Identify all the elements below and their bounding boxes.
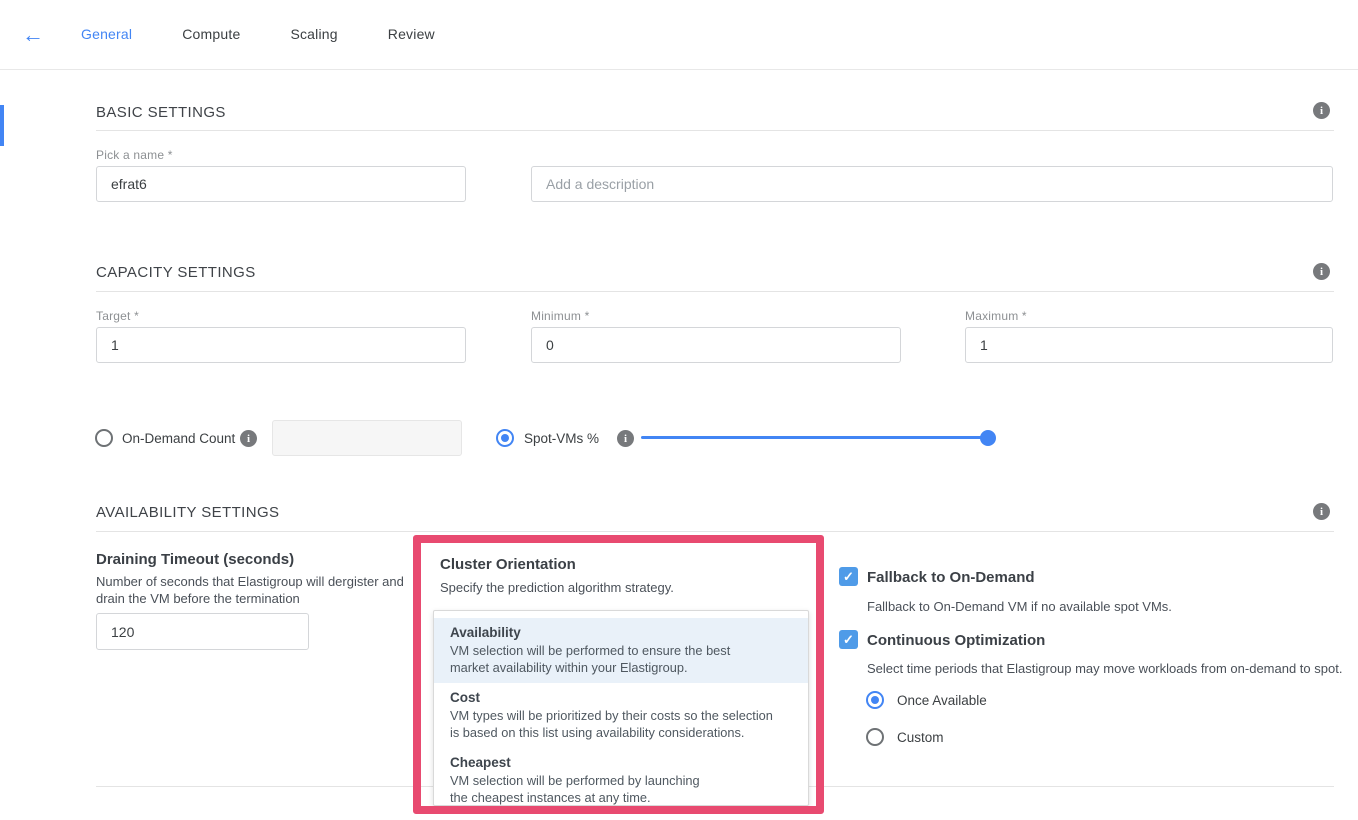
spot-percentage-slider[interactable]: [641, 436, 988, 439]
check-icon: ✓: [843, 569, 854, 585]
spot-percentage-slider-thumb[interactable]: [980, 430, 996, 446]
tab-general[interactable]: General: [81, 26, 132, 42]
spot-vms-label: Spot-VMs %: [524, 430, 599, 447]
basic-settings-title: BASIC SETTINGS: [96, 104, 226, 121]
check-icon: ✓: [843, 632, 854, 648]
maximum-input[interactable]: [965, 327, 1333, 363]
on-demand-count-input: [272, 420, 462, 456]
elastigroup-creation-page: ← General Compute Scaling Review BASIC S…: [0, 0, 1358, 820]
info-glyph: i: [1320, 266, 1323, 278]
cluster-orientation-subtitle: Specify the prediction algorithm strateg…: [440, 580, 780, 597]
on-demand-count-label: On-Demand Count: [122, 430, 235, 447]
capacity-settings-divider: [96, 291, 1334, 292]
cluster-orientation-title: Cluster Orientation: [440, 556, 576, 573]
once-available-radio[interactable]: [866, 691, 884, 709]
custom-radio[interactable]: [866, 728, 884, 746]
on-demand-count-radio[interactable]: [95, 429, 113, 447]
back-arrow-icon: ←: [22, 22, 44, 48]
continuous-optimization-description: Select time periods that Elastigroup may…: [867, 661, 1358, 678]
back-button[interactable]: ←: [18, 20, 48, 50]
dropdown-option-cost[interactable]: Cost VM types will be prioritized by the…: [434, 683, 808, 748]
basic-settings-info-icon[interactable]: i: [1313, 102, 1330, 119]
minimum-input[interactable]: [531, 327, 901, 363]
tab-compute[interactable]: Compute: [182, 26, 240, 42]
option-description: VM selection will be performed to ensure…: [450, 642, 792, 676]
continuous-optimization-checkbox[interactable]: ✓: [839, 630, 858, 649]
info-glyph: i: [247, 433, 250, 445]
dropdown-option-availability[interactable]: Availability VM selection will be perfor…: [434, 618, 808, 683]
info-glyph: i: [1320, 105, 1323, 117]
target-input[interactable]: [96, 327, 466, 363]
option-name: Availability: [450, 624, 792, 642]
capacity-settings-info-icon[interactable]: i: [1313, 263, 1330, 280]
draining-timeout-input[interactable]: [96, 613, 309, 650]
maximum-field-label: Maximum *: [965, 309, 1027, 323]
spot-vms-radio[interactable]: [496, 429, 514, 447]
fallback-on-demand-checkbox[interactable]: ✓: [839, 567, 858, 586]
tab-scaling[interactable]: Scaling: [290, 26, 337, 42]
fallback-on-demand-description: Fallback to On-Demand VM if no available…: [867, 599, 1307, 616]
wizard-header: ← General Compute Scaling Review: [0, 0, 1358, 70]
spot-vms-info-icon[interactable]: i: [617, 430, 634, 447]
option-name: Cheapest: [450, 754, 792, 772]
fallback-on-demand-label: Fallback to On-Demand: [867, 569, 1035, 586]
availability-settings-info-icon[interactable]: i: [1313, 503, 1330, 520]
draining-timeout-title: Draining Timeout (seconds): [96, 551, 294, 568]
availability-settings-divider: [96, 531, 1334, 532]
capacity-settings-title: CAPACITY SETTINGS: [96, 264, 256, 281]
availability-settings-title: AVAILABILITY SETTINGS: [96, 504, 279, 521]
info-glyph: i: [624, 433, 627, 445]
minimum-field-label: Minimum *: [531, 309, 589, 323]
continuous-optimization-label: Continuous Optimization: [867, 632, 1045, 649]
cluster-orientation-dropdown: Availability VM selection will be perfor…: [433, 610, 809, 806]
option-description: VM selection will be performed by launch…: [450, 772, 792, 806]
custom-label: Custom: [897, 729, 944, 746]
option-description: VM types will be prioritized by their co…: [450, 707, 792, 741]
once-available-label: Once Available: [897, 692, 987, 709]
name-field-label: Pick a name *: [96, 148, 173, 162]
basic-settings-divider: [96, 130, 1334, 131]
draining-timeout-description: Number of seconds that Elastigroup will …: [96, 574, 406, 607]
wizard-tabs: General Compute Scaling Review: [81, 26, 435, 42]
active-step-indicator: [0, 105, 4, 146]
option-name: Cost: [450, 689, 792, 707]
target-field-label: Target *: [96, 309, 139, 323]
name-input[interactable]: [96, 166, 466, 202]
info-glyph: i: [1320, 506, 1323, 518]
dropdown-option-cheapest[interactable]: Cheapest VM selection will be performed …: [434, 748, 808, 813]
on-demand-count-info-icon[interactable]: i: [240, 430, 257, 447]
tab-review[interactable]: Review: [388, 26, 435, 42]
description-input[interactable]: [531, 166, 1333, 202]
